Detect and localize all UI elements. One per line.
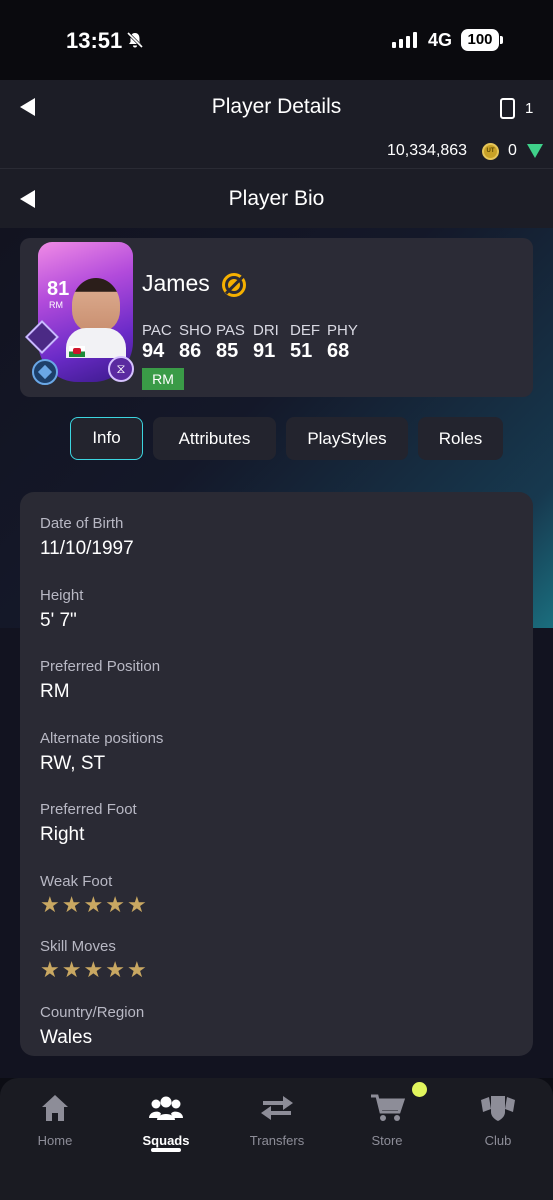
page-title: Player Details — [211, 95, 342, 118]
player-stats: PAC 94 SHO 86 PAS 85 DRI 91 DEF 51 PHY 6… — [142, 322, 364, 363]
card-rating: 81 — [47, 278, 70, 300]
notification-dot — [412, 1082, 427, 1097]
network-type: 4G — [428, 30, 453, 50]
skill-moves-stars: ★ ★ ★ ★ ★ — [40, 959, 147, 981]
tab-playstyles[interactable]: PlayStyles — [286, 417, 408, 460]
dna-icon: ⧖ — [108, 356, 134, 382]
star-icon: ★ — [61, 957, 82, 982]
subheader: Player Bio — [0, 168, 553, 228]
status-bar: 13:51 4G 100 — [0, 0, 553, 80]
alternate-positions-field: Alternate positions RW, ST — [40, 730, 164, 774]
coin-icon: UT — [482, 143, 499, 160]
card-position: RM — [49, 300, 63, 310]
club-icon — [481, 1096, 515, 1121]
preferred-foot-field: Preferred Foot Right — [40, 801, 137, 845]
nav-store[interactable]: Store — [347, 1092, 427, 1148]
skill-moves-field: Skill Moves ★ ★ ★ ★ ★ — [40, 938, 147, 982]
points-icon — [527, 144, 543, 158]
nav-squads[interactable]: Squads — [126, 1092, 206, 1148]
player-photo — [72, 278, 120, 332]
preferred-position-field: Preferred Position RM — [40, 658, 161, 702]
tab-attributes[interactable]: Attributes — [153, 417, 276, 460]
player-info-panel: Date of Birth 11/10/1997 Height 5' 7" Pr… — [20, 492, 533, 1056]
home-icon — [42, 1095, 68, 1121]
coin-balance: 10,334,863 — [387, 142, 468, 159]
stat-dri: DRI 91 — [253, 322, 279, 362]
star-icon: ★ — [40, 892, 60, 917]
stat-pas: PAS 85 — [216, 322, 245, 362]
tab-info[interactable]: Info — [70, 417, 143, 460]
star-icon: ★ — [83, 892, 104, 917]
transfers-icon — [261, 1096, 293, 1120]
section-title: Player Bio — [228, 187, 325, 210]
bottom-nav: Home Squads Transfers Store Club — [0, 1078, 553, 1200]
star-icon: ★ — [126, 957, 147, 982]
status-time: 13:51 — [66, 28, 123, 53]
stat-def: DEF 51 — [290, 322, 320, 362]
bell-slash-icon — [126, 31, 144, 49]
country-field: Country/Region Wales — [40, 1004, 145, 1048]
evolution-badge-icon — [32, 359, 58, 385]
weak-foot-stars: ★ ★ ★ ★ ★ — [40, 894, 147, 916]
untradeable-icon — [222, 273, 246, 297]
dob-field: Date of Birth 11/10/1997 — [40, 515, 134, 559]
stat-sho: SHO 86 — [179, 322, 212, 362]
squads-icon — [149, 1096, 183, 1120]
active-tab-indicator — [151, 1148, 181, 1152]
nav-club[interactable]: Club — [458, 1092, 538, 1148]
star-icon: ★ — [105, 957, 125, 982]
card-count: 1 — [525, 100, 534, 117]
header: Player Details 1 10,334,863 UT 0 — [0, 80, 553, 168]
nav-transfers[interactable]: Transfers — [237, 1092, 317, 1148]
stat-phy: PHY 68 — [327, 322, 358, 362]
star-icon: ★ — [61, 892, 82, 917]
position-badge: RM — [142, 368, 184, 390]
card-icon[interactable] — [500, 98, 515, 119]
height-field: Height 5' 7" — [40, 587, 84, 631]
star-icon: ★ — [126, 892, 147, 917]
player-name: James — [142, 270, 210, 296]
star-icon: ★ — [83, 957, 104, 982]
signal-icon — [392, 32, 417, 48]
player-summary-panel: 81 RM ⧖ James PAC 94 SHO 86 PAS 85 DRI 9… — [20, 238, 533, 397]
wales-flag-icon — [69, 346, 85, 357]
points-balance: 0 — [508, 142, 517, 159]
weak-foot-field: Weak Foot ★ ★ ★ ★ ★ — [40, 873, 147, 917]
store-icon — [371, 1094, 406, 1121]
tab-roles[interactable]: Roles — [418, 417, 503, 460]
nav-home[interactable]: Home — [15, 1092, 95, 1148]
battery-icon: 100 — [461, 29, 499, 51]
star-icon: ★ — [105, 892, 125, 917]
star-icon: ★ — [40, 957, 60, 982]
stat-pac: PAC 94 — [142, 322, 172, 362]
